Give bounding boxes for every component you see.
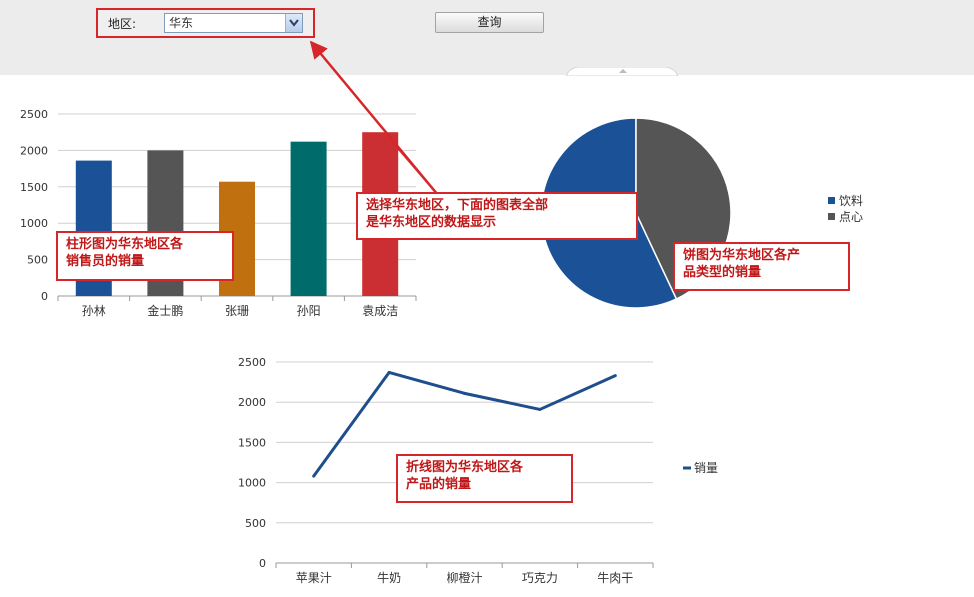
- line-x-tick-label: 柳橙汁: [446, 570, 482, 585]
- line-x-tick-label: 牛奶: [377, 570, 401, 585]
- bar-chart-note: 柱形图为华东地区各 销售员的销量: [56, 231, 234, 281]
- bar-y-tick-label: 1500: [20, 181, 48, 194]
- line-x-tick-label: 牛肉干: [597, 570, 633, 585]
- pie-legend-label: 饮料: [839, 194, 863, 208]
- line-y-tick-label: 1500: [238, 436, 266, 449]
- line-point-3: [463, 391, 466, 395]
- line-legend-label: 销量: [694, 461, 718, 475]
- bar-y-tick-label: 0: [41, 290, 48, 303]
- line-point-5: [613, 374, 617, 378]
- line-y-tick-label: 2000: [238, 396, 266, 409]
- line-x-tick-label: 巧克力: [522, 571, 558, 585]
- bar-y-tick-label: 1000: [20, 217, 48, 230]
- line-y-tick-label: 500: [245, 517, 266, 530]
- bar-x-tick-label: 孙阳: [297, 304, 321, 318]
- bar-x-tick-label: 金士鹏: [147, 303, 183, 318]
- pie-legend-swatch: [828, 197, 835, 204]
- bar-4: [290, 141, 327, 296]
- pie-legend-swatch: [828, 213, 835, 220]
- charts-canvas: 0 500 1000 1500 2000 2500 孙林 金士鹏 张珊 孙阳 袁成洁 饮料点心 0 5…: [20, 40, 863, 585]
- line-y-tick-label: 2500: [238, 356, 266, 369]
- line-point-1: [312, 474, 316, 478]
- bar-x-tick-label: 袁成洁: [362, 304, 398, 318]
- line-y-tick-label: 1000: [238, 477, 266, 490]
- bar-y-tick-label: 500: [27, 254, 48, 267]
- line-point-2: [387, 370, 391, 374]
- line-y-tick-label: 0: [259, 557, 266, 570]
- filter-note: 选择华东地区，下面的图表全部 是华东地区的数据显示: [356, 192, 638, 240]
- line-x-tick-label: 苹果汁: [296, 571, 332, 585]
- pie-legend-label: 点心: [839, 210, 863, 224]
- bar-y-tick-label: 2500: [20, 108, 48, 121]
- line-chart-note: 折线图为华东地区各 产品的销量: [396, 454, 573, 503]
- line-point-4: [538, 407, 542, 411]
- pie-chart-note: 饼图为华东地区各产 品类型的销量: [673, 242, 850, 291]
- bar-y-tick-label: 2000: [20, 144, 48, 157]
- bar-x-tick-label: 张珊: [225, 304, 249, 318]
- bar-x-tick-label: 孙林: [82, 304, 106, 318]
